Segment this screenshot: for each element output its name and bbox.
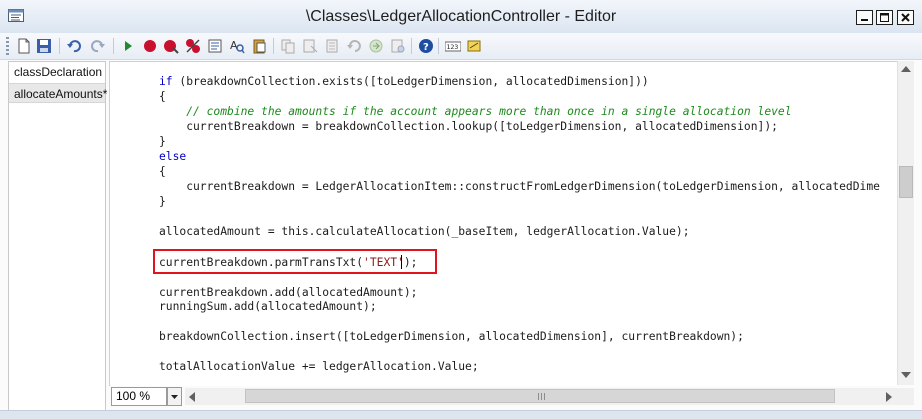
code-line: currentBreakdown = breakdownCollection.l…	[159, 120, 778, 133]
scroll-right-icon[interactable]	[886, 392, 892, 402]
undo-icon	[67, 40, 81, 53]
method-item-allocateamounts[interactable]: allocateAmounts*	[9, 83, 107, 103]
clear-breakpoints-button[interactable]	[183, 36, 203, 56]
toolbar-separator	[113, 38, 114, 54]
remove-breakpoint-icon	[164, 40, 179, 54]
clear-breakpoints-icon	[186, 39, 200, 53]
code-line: if (breakdownCollection.exists([toLedger…	[159, 75, 649, 88]
copy-button[interactable]	[278, 36, 298, 56]
title-bar: \Classes\LedgerAllocationController - Ed…	[0, 0, 922, 34]
toolbar-separator	[411, 38, 412, 54]
outdent-button[interactable]	[344, 36, 364, 56]
lookup-button[interactable]	[205, 36, 225, 56]
toolbar-separator	[273, 38, 274, 54]
toolbar-grip[interactable]	[6, 37, 9, 55]
lookup-icon	[208, 39, 222, 53]
method-item-classdeclaration[interactable]: classDeclaration	[9, 62, 105, 82]
help-button[interactable]: ?	[416, 36, 436, 56]
paste-button[interactable]	[249, 36, 269, 56]
toolbar-separator	[59, 38, 60, 54]
run-icon	[125, 41, 132, 51]
code-line: }	[159, 195, 166, 208]
method-list: classDeclaration allocateAmounts*	[8, 61, 107, 416]
zoom-dropdown-button[interactable]	[167, 387, 182, 406]
code-comment-line: // combine the amounts if the account ap…	[159, 105, 792, 118]
paste-icon	[253, 39, 266, 54]
code-editor[interactable]: if (breakdownCollection.exists([toLedger…	[109, 61, 898, 386]
editor-toolbar: A ? 123	[0, 33, 922, 60]
run-button[interactable]	[118, 36, 138, 56]
cut-icon	[303, 39, 318, 53]
code-line: runningSum.add(allocatedAmount);	[159, 300, 377, 313]
remove-breakpoint-button[interactable]	[161, 36, 181, 56]
redo-icon	[91, 40, 105, 53]
go-button[interactable]	[366, 36, 386, 56]
script-icon	[467, 40, 481, 52]
text-caret	[401, 255, 402, 269]
line-numbers-button[interactable]: 123	[443, 36, 463, 56]
code-line: currentBreakdown = LedgerAllocationItem:…	[159, 180, 880, 193]
save-icon	[37, 39, 51, 53]
line-numbers-icon: 123	[445, 41, 461, 52]
save-button[interactable]	[34, 36, 54, 56]
code-line: totalAllocationValue += ledgerAllocation…	[159, 360, 479, 373]
breakpoint-button[interactable]	[140, 36, 160, 56]
maximize-icon	[880, 13, 889, 22]
zoom-field[interactable]: 100 %	[111, 387, 167, 406]
scroll-grip	[538, 393, 546, 400]
scroll-left-icon[interactable]	[189, 392, 195, 402]
copy-icon	[281, 39, 295, 54]
code-line: breakdownCollection.insert([toLedgerDime…	[159, 330, 744, 343]
code-line: {	[159, 90, 166, 103]
close-button[interactable]	[897, 10, 914, 25]
close-icon	[901, 13, 910, 22]
outdent-icon	[347, 40, 361, 52]
compile-button[interactable]	[388, 36, 408, 56]
code-keyword-line: else	[159, 150, 187, 163]
find-icon: A	[230, 39, 245, 54]
new-button[interactable]	[14, 36, 34, 56]
code-line: allocatedAmount = this.calculateAllocati…	[159, 225, 690, 238]
breakpoint-icon	[144, 40, 156, 52]
scroll-up-icon[interactable]	[901, 66, 911, 72]
redo-button[interactable]	[88, 36, 108, 56]
scrollbar-corner	[897, 388, 914, 405]
compile-icon	[391, 39, 405, 53]
indent-icon	[326, 39, 338, 53]
maximize-button[interactable]	[876, 10, 893, 25]
svg-text:?: ?	[423, 42, 429, 53]
toolbar-separator	[438, 38, 439, 54]
code-line: }	[159, 135, 166, 148]
chevron-down-icon	[171, 395, 178, 399]
undo-button[interactable]	[64, 36, 84, 56]
vertical-scrollbar[interactable]	[897, 61, 914, 385]
new-icon	[18, 38, 30, 54]
go-icon	[369, 39, 383, 53]
svg-text:A: A	[230, 39, 238, 52]
horizontal-scrollbar[interactable]	[185, 388, 897, 405]
highlight-box	[153, 249, 437, 274]
code-line: currentBreakdown.add(allocatedAmount);	[159, 286, 418, 299]
horizontal-scroll-thumb[interactable]	[245, 389, 835, 403]
scroll-down-icon[interactable]	[901, 372, 911, 378]
window-title: \Classes\LedgerAllocationController - Ed…	[305, 8, 617, 25]
cut-button[interactable]	[300, 36, 320, 56]
minimize-button[interactable]	[856, 10, 873, 25]
find-button[interactable]: A	[227, 36, 247, 56]
vertical-scroll-thumb[interactable]	[899, 166, 913, 198]
script-button[interactable]	[464, 36, 484, 56]
minimize-icon	[861, 19, 868, 21]
indent-button[interactable]	[322, 36, 342, 56]
code-line: {	[159, 165, 166, 178]
help-icon: ?	[419, 39, 433, 53]
svg-text:123: 123	[447, 43, 459, 51]
